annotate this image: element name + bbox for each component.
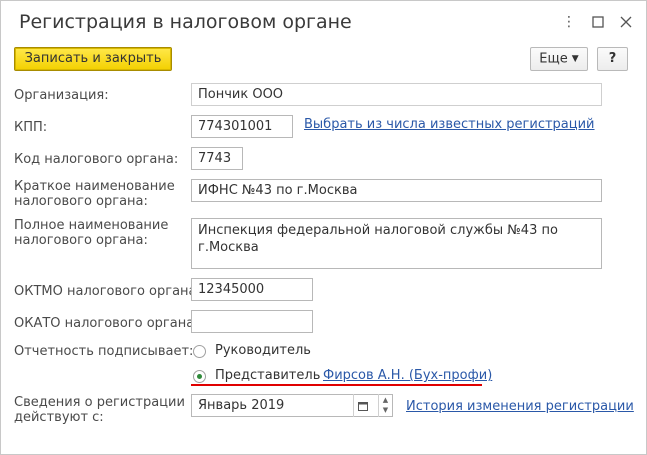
dialog-window: Регистрация в налоговом органе ⋮ Записат… (0, 0, 647, 455)
save-close-button[interactable]: Записать и закрыть (14, 47, 172, 71)
okato-field[interactable] (191, 310, 313, 333)
valid-from-label-line2: действуют с: (14, 410, 104, 425)
short-name-label-line1: Краткое наименование (14, 179, 175, 194)
organization-field[interactable]: Пончик ООО (191, 83, 602, 106)
radio-head-label[interactable]: Руководитель (215, 343, 311, 358)
more-button[interactable]: Еще ▼ (530, 47, 588, 71)
highlight-underline (191, 384, 482, 386)
short-name-field[interactable]: ИФНС №43 по г.Москва (191, 179, 602, 202)
oktmo-label: ОКТМО налогового органа: (14, 284, 201, 299)
oktmo-field[interactable]: 12345000 (191, 278, 313, 301)
radio-head[interactable] (193, 345, 206, 358)
chevron-down-icon: ▼ (571, 54, 579, 64)
spin-up-icon[interactable]: ▲ (379, 394, 392, 405)
window-title: Регистрация в налоговом органе (19, 11, 352, 33)
short-name-label-line2: налогового органа: (14, 194, 148, 209)
kpp-label: КПП: (14, 120, 48, 135)
more-vertical-icon[interactable]: ⋮ (561, 13, 577, 31)
radio-representative-label[interactable]: Представитель (215, 368, 320, 383)
spin-down-icon[interactable]: ▼ (379, 405, 392, 416)
choose-registration-link[interactable]: Выбрать из числа известных регистраций (304, 117, 595, 132)
organization-label: Организация: (14, 88, 109, 103)
tax-code-label: Код налогового органа: (14, 152, 179, 167)
tax-code-field[interactable]: 7743 (191, 147, 243, 170)
full-name-label-line2: налогового органа: (14, 233, 148, 248)
more-button-label: Еще (539, 51, 568, 67)
valid-from-label-line1: Сведения о регистрации (14, 395, 185, 410)
close-icon[interactable] (618, 13, 634, 31)
period-stepper[interactable]: ▲ ▼ (378, 394, 392, 417)
signer-label: Отчетность подписывает: (14, 344, 194, 359)
full-name-label-line1: Полное наименование (14, 218, 169, 233)
registration-history-link[interactable]: История изменения регистрации (406, 399, 634, 414)
help-button[interactable]: ? (597, 47, 628, 71)
kpp-field[interactable]: 774301001 (191, 115, 293, 138)
representative-link[interactable]: Фирсов А.Н. (Бух-профи) (323, 368, 492, 383)
okato-label: ОКАТО налогового органа: (14, 316, 199, 331)
maximize-icon[interactable] (590, 13, 606, 31)
full-name-field[interactable]: Инспекция федеральной налоговой службы №… (191, 218, 602, 269)
calendar-icon[interactable] (353, 394, 371, 417)
radio-representative[interactable] (193, 370, 206, 383)
